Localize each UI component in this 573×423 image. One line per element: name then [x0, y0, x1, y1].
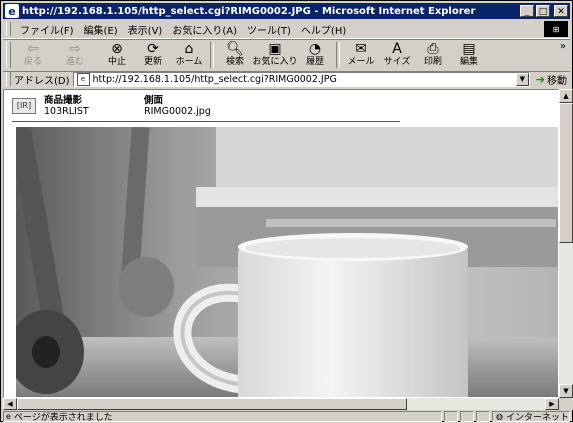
scrollbar-corner — [559, 398, 573, 410]
toolbar-separator — [336, 42, 340, 68]
menu-file[interactable]: ファイル(F) — [15, 22, 79, 37]
address-dropdown-button[interactable]: ▼ — [515, 72, 529, 86]
edit-button[interactable]: ▤ 編集 — [451, 41, 487, 68]
scroll-down-button[interactable]: ▼ — [559, 384, 573, 398]
history-button[interactable]: ◔ 履歴 — [297, 41, 333, 68]
address-bar: アドレス(D) e http://192.168.1.105/http_sele… — [3, 70, 570, 88]
menu-edit[interactable]: 編集(E) — [79, 22, 123, 37]
refresh-button[interactable]: ⟳ 更新 — [135, 41, 171, 68]
text-size-icon: A — [392, 41, 402, 57]
back-label: 戻る — [23, 57, 42, 67]
album-title: 商品撮影 — [44, 95, 83, 106]
address-label: アドレス(D) — [14, 75, 70, 87]
page-content: [IR] 商品撮影 103RLIST 側面 RIMG0002.jpg — [3, 89, 559, 398]
menu-help[interactable]: ヘルプ(H) — [296, 22, 351, 37]
status-text-pane: e ページが表示されました — [3, 411, 442, 423]
printer-icon: ⎙ — [427, 41, 439, 57]
status-pane — [460, 411, 474, 422]
favorites-label: お気に入り — [252, 57, 298, 67]
addressbar-grip[interactable] — [6, 72, 11, 86]
windows-logo-icon: ⊞ — [544, 21, 568, 37]
search-label: 検索 — [225, 57, 244, 67]
forward-label: 進む — [65, 57, 84, 67]
edit-label: 編集 — [459, 57, 478, 67]
minimize-button[interactable]: _ — [520, 5, 534, 17]
vertical-scrollbar[interactable]: ▲ ▼ — [559, 89, 573, 398]
photo-image — [16, 127, 558, 397]
history-icon: ◔ — [308, 41, 322, 57]
size-button[interactable]: A サイズ — [379, 41, 415, 68]
address-url[interactable]: http://192.168.1.105/http_select.cgi?RIM… — [93, 74, 516, 85]
menu-view[interactable]: 表示(V) — [123, 22, 168, 37]
image-title: 側面 — [144, 95, 164, 106]
close-button[interactable]: ✕ — [554, 5, 568, 17]
back-button[interactable]: ⇦ 戻る — [15, 41, 51, 68]
favorites-folder-icon: ▣ — [268, 41, 282, 57]
menubar-grip[interactable] — [6, 22, 11, 36]
vertical-scroll-thumb[interactable] — [559, 103, 573, 243]
stop-icon: ⊗ — [111, 41, 123, 57]
mail-button[interactable]: ✉ メール — [343, 41, 379, 68]
album-folder: 103RLIST — [44, 106, 89, 117]
forward-arrow-icon: ⇨ — [69, 41, 81, 57]
zone-label: インターネット — [505, 413, 569, 423]
address-input[interactable]: e http://192.168.1.105/http_select.cgi?R… — [72, 71, 530, 87]
status-pane — [476, 411, 490, 422]
forward-button[interactable]: ⇨ 進む — [57, 41, 93, 68]
history-label: 履歴 — [305, 57, 324, 67]
print-label: 印刷 — [423, 57, 442, 67]
search-icon: 🔍︎ — [226, 41, 244, 57]
toolbar-chevron[interactable]: » — [556, 41, 570, 52]
window-title: http://192.168.1.105/http_select.cgi?RIM… — [22, 5, 476, 17]
favorites-button[interactable]: ▣ お気に入り — [252, 41, 298, 68]
go-button[interactable]: ➔ 移動 — [536, 72, 567, 87]
home-icon: ⌂ — [184, 41, 194, 57]
back-arrow-icon: ⇦ — [27, 41, 39, 57]
image-info: 側面 RIMG0002.jpg — [144, 95, 211, 117]
page-icon: e — [76, 72, 90, 86]
header-divider — [12, 121, 400, 122]
ie-logo-icon: e — [5, 4, 19, 18]
home-button[interactable]: ⌂ ホーム — [171, 41, 207, 68]
browser-window: e http://192.168.1.105/http_select.cgi?R… — [0, 0, 573, 423]
menu-tools[interactable]: ツール(T) — [242, 22, 296, 37]
refresh-icon: ⟳ — [147, 41, 159, 57]
standard-toolbar: ⇦ 戻る ⇨ 進む ⊗ 中止 ⟳ 更新 ⌂ ホーム 🔍︎ 検索 ▣ お気に入り — [3, 39, 570, 72]
edit-document-icon: ▤ — [462, 41, 476, 57]
title-bar: e http://192.168.1.105/http_select.cgi?R… — [3, 3, 570, 19]
scroll-left-button[interactable]: ◀ — [3, 398, 17, 410]
go-label: 移動 — [547, 75, 567, 87]
stop-label: 中止 — [107, 57, 126, 67]
horizontal-scrollbar[interactable]: ◀ ▶ — [3, 398, 559, 410]
scroll-right-button[interactable]: ▶ — [545, 398, 559, 410]
security-zone: ◍ インターネット — [492, 411, 570, 423]
image-info-header: [IR] 商品撮影 103RLIST 側面 RIMG0002.jpg — [4, 90, 558, 126]
scroll-up-button[interactable]: ▲ — [559, 89, 573, 103]
size-label: サイズ — [383, 57, 411, 67]
album-info: 商品撮影 103RLIST — [44, 95, 89, 117]
print-button[interactable]: ⎙ 印刷 — [415, 41, 451, 68]
image-filename: RIMG0002.jpg — [144, 106, 211, 117]
maximize-button[interactable]: □ — [536, 5, 550, 17]
camera-logo-icon: [IR] — [12, 98, 36, 114]
search-button[interactable]: 🔍︎ 検索 — [217, 41, 253, 68]
status-pane — [444, 411, 458, 422]
menu-bar: ファイル(F) 編集(E) 表示(V) お気に入り(A) ツール(T) ヘルプ(… — [3, 20, 570, 39]
status-bar: e ページが表示されました ◍ インターネット — [3, 411, 570, 423]
mail-label: メール — [347, 57, 375, 67]
home-label: ホーム — [175, 57, 203, 67]
status-text: ページが表示されました — [13, 413, 113, 423]
toolbar-separator — [210, 42, 214, 68]
toolbar-grip[interactable] — [6, 42, 11, 68]
menu-favorites[interactable]: お気に入り(A) — [167, 22, 242, 37]
page-done-icon: e — [6, 412, 11, 421]
refresh-label: 更新 — [143, 57, 162, 67]
go-arrow-icon: ➔ — [535, 72, 545, 86]
globe-icon: ◍ — [496, 412, 503, 421]
stop-button[interactable]: ⊗ 中止 — [99, 41, 135, 68]
mail-icon: ✉ — [355, 41, 367, 57]
horizontal-scroll-thumb[interactable] — [17, 398, 407, 410]
